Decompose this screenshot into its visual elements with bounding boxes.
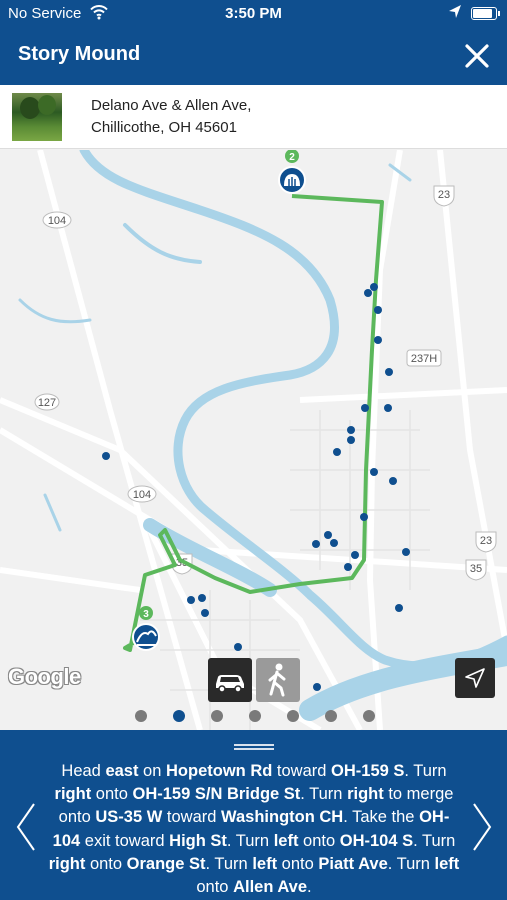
svg-text:23: 23 (480, 535, 492, 547)
direction-text: . Take the (343, 808, 420, 827)
direction-keyword: Hopetown Rd (166, 762, 273, 780)
direction-keyword: east (105, 762, 139, 780)
svg-text:3: 3 (143, 609, 149, 620)
direction-keyword: left (252, 854, 278, 873)
page-dot[interactable] (363, 710, 375, 722)
direction-text: on (138, 762, 166, 780)
stop-marker-2[interactable]: 2 (278, 150, 306, 194)
navigation-arrow-icon (465, 668, 485, 688)
direction-text: . Turn (205, 854, 253, 873)
battery-icon (471, 7, 500, 20)
drive-mode-button[interactable] (208, 658, 252, 702)
direction-keyword: right (54, 785, 92, 804)
direction-text: toward (272, 762, 332, 780)
direction-keyword: Orange St (126, 854, 206, 873)
svg-text:104: 104 (48, 215, 66, 227)
direction-keyword: OH-159 S (331, 762, 405, 780)
direction-text: . Turn (413, 831, 456, 850)
direction-keyword: right (347, 785, 384, 804)
chevron-left-icon (16, 803, 35, 851)
map-canvas: 23 104 127 237H 104 35 23 35 2 3 (0, 150, 507, 730)
page-dot[interactable] (135, 710, 147, 722)
locate-me-button[interactable] (455, 658, 495, 698)
direction-keyword: Washington CH (221, 808, 344, 827)
svg-text:127: 127 (38, 397, 56, 409)
direction-keyword: left (273, 831, 299, 850)
direction-text: exit toward (80, 831, 170, 850)
direction-text: . (307, 878, 312, 897)
status-bar: No Service 3:50 PM (0, 0, 507, 27)
page-dot[interactable] (287, 710, 299, 722)
direction-keyword: left (434, 854, 460, 873)
directions-panel: Head east on Hopetown Rd toward OH-159 S… (0, 730, 507, 900)
direction-keyword: High St (169, 831, 227, 850)
direction-text: onto (85, 854, 127, 873)
direction-keyword: Piatt Ave (318, 854, 388, 873)
walk-mode-button[interactable] (256, 658, 300, 702)
site-thumbnail (12, 93, 62, 141)
drag-handle[interactable] (234, 744, 274, 750)
direction-keyword: right (48, 854, 86, 873)
svg-text:35: 35 (470, 563, 482, 575)
location-arrow-icon (448, 4, 462, 24)
page-dot[interactable] (325, 710, 337, 722)
direction-text: onto (91, 785, 133, 804)
direction-keyword: OH-159 S/N Bridge St (132, 785, 301, 804)
river (18, 150, 507, 721)
svg-text:237H: 237H (411, 353, 437, 365)
address-card[interactable]: Delano Ave & Allen Ave, Chillicothe, OH … (0, 85, 507, 149)
direction-text: Head (61, 762, 106, 780)
header: Story Mound (0, 27, 507, 85)
stop-number: 2 (289, 152, 295, 163)
close-button[interactable] (460, 39, 494, 73)
direction-text: toward (162, 808, 222, 827)
page-title: Story Mound (18, 43, 141, 65)
direction-text: onto (196, 878, 234, 897)
direction-keyword: OH-104 S (339, 831, 414, 850)
direction-text: . Turn (226, 831, 274, 850)
page-dot[interactable] (173, 710, 185, 722)
close-icon (465, 44, 489, 68)
map-view[interactable]: 23 104 127 237H 104 35 23 35 2 3 Google (0, 150, 507, 730)
road-network (0, 150, 507, 730)
page-dot[interactable] (211, 710, 223, 722)
svg-text:104: 104 (133, 489, 151, 501)
direction-text: . Turn (387, 854, 435, 873)
previous-button[interactable] (14, 802, 38, 852)
page-dot[interactable] (249, 710, 261, 722)
walking-person-icon (268, 663, 286, 697)
address-line-1: Delano Ave & Allen Ave, (91, 97, 252, 114)
direction-keyword: Allen Ave (233, 878, 308, 897)
directions-text: Head east on Hopetown Rd toward OH-159 S… (48, 760, 460, 899)
address-line-2: Chillicothe, OH 45601 (91, 119, 237, 136)
direction-keyword: US-35 W (95, 808, 163, 827)
direction-text: onto (298, 831, 340, 850)
direction-text: . Turn (404, 762, 447, 780)
direction-text: onto (277, 854, 319, 873)
page-indicator (0, 710, 507, 724)
car-icon (216, 675, 244, 693)
direction-text: . Turn (300, 785, 348, 804)
shield-text: 23 (438, 189, 450, 201)
chevron-right-icon (473, 803, 492, 851)
address-text: Delano Ave & Allen Ave, Chillicothe, OH … (91, 95, 251, 139)
google-logo: Google (8, 664, 81, 689)
clock: 3:50 PM (225, 5, 282, 22)
next-button[interactable] (470, 802, 494, 852)
